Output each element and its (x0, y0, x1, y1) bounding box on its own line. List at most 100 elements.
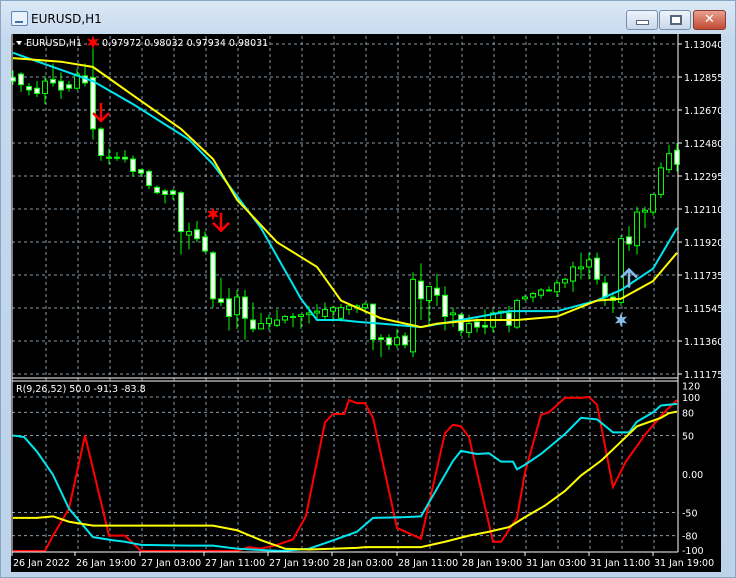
candle-body (594, 257, 600, 280)
price-tick-label: 1.12480 (684, 139, 721, 150)
time-tick-label: 31 Jan 03:00 (526, 558, 586, 569)
candle (514, 298, 520, 329)
candle-body (194, 229, 200, 240)
candle-body (242, 296, 248, 319)
candle (154, 185, 160, 195)
price-tick-label: 1.11360 (684, 337, 721, 348)
candle-body (234, 296, 240, 316)
candle-body (314, 310, 320, 314)
minimize-button[interactable] (626, 10, 658, 30)
candle-body (178, 192, 184, 233)
symbol-label: EURUSD,H1 (26, 38, 82, 49)
price-tick-label: 1.13040 (684, 40, 721, 51)
candle-body (202, 236, 208, 252)
candle-body (554, 282, 560, 293)
indicator-tick-label: -80 (682, 532, 698, 543)
price-tick-label: 1.11175 (684, 370, 721, 381)
time-tick-label: 27 Jan 19:00 (269, 558, 329, 569)
window-title: EURUSD,H1 (31, 12, 102, 26)
candle-body (378, 337, 384, 340)
candle-body (258, 323, 264, 330)
candle (658, 162, 664, 198)
candle-body (122, 156, 128, 160)
candle (98, 127, 104, 161)
time-tick-label: 31 Jan 11:00 (590, 558, 650, 569)
candle (618, 235, 624, 306)
candle-body (18, 73, 24, 86)
candle-body (626, 236, 632, 245)
candle-body (570, 266, 576, 282)
candle-body (90, 77, 96, 130)
candle-body (370, 303, 376, 340)
candle-body (66, 84, 72, 89)
time-tick-label: 31 Jan 19:00 (654, 558, 714, 569)
indicator-tick-label: 50 (682, 432, 694, 443)
candle-body (458, 314, 464, 332)
indicator-tick-label: 100 (682, 393, 700, 404)
candle-body (522, 296, 528, 300)
candle-body (290, 315, 296, 318)
indicator-tick-label: 0.00 (682, 470, 703, 481)
indicator-tick-label: -50 (682, 509, 698, 520)
price-tick-label: 1.12670 (684, 106, 721, 117)
candle-body (146, 170, 152, 187)
candle-body (34, 87, 40, 95)
candle-body (394, 337, 400, 346)
indicator-label: R(9,26,52) 50.0 -91.3 -83.8 (16, 384, 146, 395)
time-tick-label: 26 Jan 19:00 (76, 558, 136, 569)
candle-body (98, 128, 104, 156)
price-tick-label: 1.11735 (684, 271, 721, 282)
candle-body (210, 252, 216, 300)
candle-body (186, 231, 192, 236)
candle-body (250, 319, 256, 330)
chart-area[interactable]: EURUSD,H1 0.97972 0.98032 0.97934 0.9803… (11, 34, 721, 572)
indicator-tick-label: 80 (682, 408, 694, 419)
chart-window-icon (11, 11, 28, 26)
candle-body (346, 305, 352, 310)
candle-body (442, 294, 448, 317)
price-tick-label: 1.12110 (684, 205, 721, 216)
candle-body (362, 303, 368, 309)
candle-body (474, 321, 480, 328)
candle-body (538, 289, 544, 296)
candle-body (426, 285, 432, 302)
candle-body (674, 149, 680, 165)
time-tick-label: 27 Jan 03:00 (141, 558, 201, 569)
candle-body (274, 319, 280, 326)
candle-body (58, 80, 64, 91)
price-tick-label: 1.11545 (684, 304, 721, 315)
indicator-tick-label: 120 (682, 382, 700, 393)
candle-body (602, 282, 608, 298)
candle-body (162, 190, 168, 195)
time-tick-label: 27 Jan 11:00 (205, 558, 265, 569)
candle-body (330, 307, 336, 312)
candle-body (586, 259, 592, 268)
candle-body (42, 80, 48, 95)
candle-body (226, 298, 232, 317)
time-tick-label: 26 Jan 2022 (13, 558, 70, 569)
candle-body (410, 278, 416, 353)
candle-body (130, 158, 136, 172)
candle-body (546, 289, 552, 292)
candle-body (154, 186, 160, 194)
candle-body (658, 167, 664, 195)
time-tick-label: 28 Jan 11:00 (398, 558, 458, 569)
candle (210, 251, 216, 308)
candle-body (634, 211, 640, 247)
indicator-tick-label: -100 (682, 546, 704, 557)
candle-body (402, 335, 408, 346)
candle-body (578, 266, 584, 270)
candle-body (450, 312, 456, 316)
ohlc-readout: 0.97972 0.98032 0.97934 0.98031 (102, 38, 268, 49)
candle-body (482, 324, 488, 328)
close-button[interactable]: ✕ (693, 10, 726, 30)
candle-body (530, 292, 536, 298)
candle-body (418, 280, 424, 300)
candle-body (26, 85, 32, 91)
candle-body (386, 337, 392, 346)
candle (410, 272, 416, 358)
price-tick-label: 1.12855 (684, 73, 721, 84)
candle-body (106, 156, 112, 159)
candle-body (322, 308, 328, 317)
maximize-button[interactable] (659, 10, 691, 30)
